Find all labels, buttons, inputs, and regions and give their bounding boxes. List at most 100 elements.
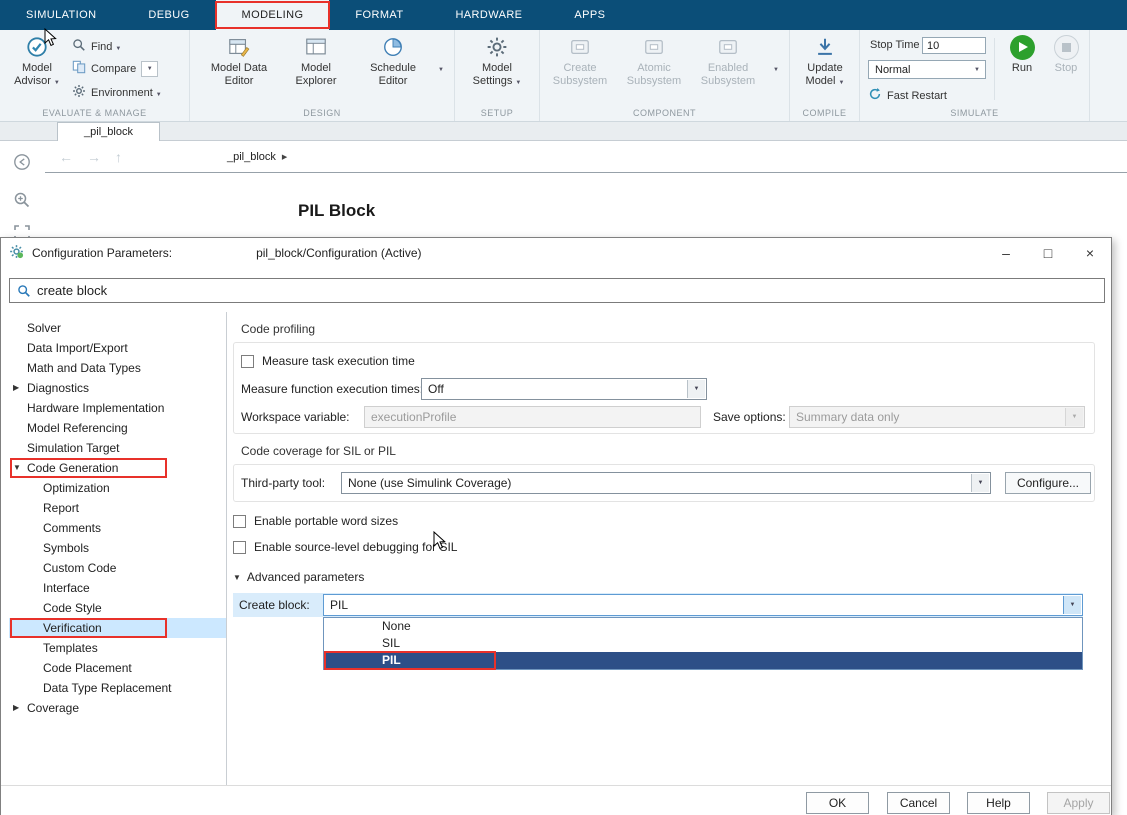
option-sil[interactable]: SIL [324,635,1082,652]
document-tab-pil-block[interactable]: _pil_block [57,122,160,141]
tab-hardware[interactable]: HARDWARE [429,0,548,30]
environment-label: Environment [91,87,162,99]
tree-item-report[interactable]: Report [9,498,226,518]
third-party-tool-dropdown[interactable]: None (use Simulink Coverage) [341,472,991,494]
model-settings-button[interactable]: Model Settings [465,35,529,90]
tab-modeling[interactable]: MODELING [216,0,330,30]
run-play-icon [1010,35,1035,60]
compare-label: Compare [91,63,136,75]
create-block-dropdown[interactable]: PIL [323,594,1083,616]
group-label-setup: SETUP [455,108,539,118]
back-navigation-icon[interactable] [13,153,31,176]
tree-item-data-type-replacement[interactable]: Data Type Replacement [9,678,226,698]
tree-item-interface[interactable]: Interface [9,578,226,598]
create-subsystem-icon [569,35,591,59]
portable-word-label: Enable portable word sizes [254,514,398,528]
group-label-simulate: SIMULATE [860,108,1089,118]
group-evaluate-manage: Model Advisor Find Compare Environment E… [0,30,190,121]
run-button[interactable]: Run [1000,35,1044,75]
find-button[interactable]: Find [72,37,121,56]
portable-word-checkbox[interactable] [233,515,246,528]
group-component: Create Subsystem Atomic Subsystem Enable… [540,30,790,121]
tab-debug[interactable]: DEBUG [122,0,215,30]
tree-item-comments[interactable]: Comments [9,518,226,538]
option-label: SIL [382,636,400,650]
apply-button: Apply [1047,792,1110,814]
schedule-editor-button[interactable]: Schedule Editor [360,35,426,88]
model-advisor-icon [26,35,48,59]
ok-button[interactable]: OK [806,792,869,814]
help-button[interactable]: Help [967,792,1030,814]
tree-item-optimization[interactable]: Optimization [9,478,226,498]
advanced-parameters-toggle[interactable]: ▼ Advanced parameters [233,566,364,588]
measure-func-label: Measure function execution times: [241,382,421,396]
tree-item-label: Templates [43,641,98,655]
tree-item-data-import-export[interactable]: Data Import/Export [9,338,226,358]
source-debug-row: Enable source-level debugging for SIL [233,536,457,558]
ribbon-tab-bar: SIMULATION DEBUG MODELING FORMAT HARDWAR… [0,0,1127,30]
model-advisor-button[interactable]: Model Advisor [8,35,66,90]
atomic-subsystem-button: Atomic Subsystem [620,35,688,88]
tree-item-solver[interactable]: Solver [9,318,226,338]
tree-item-diagnostics[interactable]: ▶Diagnostics [9,378,226,398]
tree-item-verification[interactable]: Verification [9,618,226,638]
tree-item-code-placement[interactable]: Code Placement [9,658,226,678]
stop-time-label: Stop Time [870,39,920,51]
create-subsystem-label-2: Subsystem [553,75,607,88]
tree-item-simulation-target[interactable]: Simulation Target [9,438,226,458]
configure-button[interactable]: Configure... [1005,472,1091,494]
model-explorer-button[interactable]: Model Explorer [283,35,349,88]
workspace-variable-field: executionProfile [364,406,701,428]
fast-restart-toggle[interactable]: Fast Restart [868,86,947,105]
model-data-editor-button[interactable]: Model Data Editor [206,35,272,88]
group-label-design: DESIGN [190,108,454,118]
environment-button[interactable]: Environment [72,83,162,102]
chevron-down-icon[interactable] [1063,596,1081,614]
tab-simulation[interactable]: SIMULATION [0,0,122,30]
measure-task-checkbox[interactable] [241,355,254,368]
option-none[interactable]: None [324,618,1082,635]
source-debug-checkbox[interactable] [233,541,246,554]
model-settings-label-2: Settings [473,75,522,90]
update-model-button[interactable]: Update Model [793,35,857,90]
chevron-down-icon[interactable] [971,474,989,492]
simulation-mode-dropdown[interactable]: Normal ▼ [868,60,986,79]
tab-label: SIMULATION [26,9,96,21]
up-arrow-icon[interactable]: ↑ [115,149,122,165]
design-more-button[interactable] [435,60,444,79]
code-profiling-heading: Code profiling [241,322,315,336]
stop-label: Stop [1055,62,1078,75]
option-pil[interactable]: PIL [324,652,1082,669]
tree-item-coverage[interactable]: ▶Coverage [9,698,226,718]
tree-item-label: Comments [43,521,101,535]
chevron-down-icon[interactable] [687,380,705,398]
stop-time-input[interactable] [922,37,986,54]
compare-button[interactable]: Compare [72,59,158,78]
tree-item-code-generation[interactable]: ▼Code Generation [9,458,226,478]
settings-panel: Code profiling Measure task execution ti… [233,238,1101,786]
tree-item-code-style[interactable]: Code Style [9,598,226,618]
save-options-dropdown: Summary data only [789,406,1085,428]
tree-item-model-referencing[interactable]: Model Referencing [9,418,226,438]
simulation-mode-value: Normal [875,64,910,76]
forward-arrow-icon[interactable]: → [87,149,101,165]
fast-restart-icon [868,87,882,104]
compare-dropdown-button[interactable] [141,61,158,77]
tree-item-math-data-types[interactable]: Math and Data Types [9,358,226,378]
tab-format[interactable]: FORMAT [329,0,429,30]
zoom-in-icon[interactable] [13,191,31,214]
breadcrumb[interactable]: _pil_block ▶ [227,151,287,163]
cancel-button[interactable]: Cancel [887,792,950,814]
tree-item-hardware-implementation[interactable]: Hardware Implementation [9,398,226,418]
tree-item-custom-code[interactable]: Custom Code [9,558,226,578]
compare-icon [72,60,86,77]
tree-item-templates[interactable]: Templates [9,638,226,658]
component-more-button[interactable] [770,60,779,79]
back-arrow-icon[interactable]: ← [59,149,73,165]
tree-item-symbols[interactable]: Symbols [9,538,226,558]
cancel-button-label: Cancel [900,796,937,810]
configuration-parameters-dialog: Configuration Parameters: pil_block/Conf… [0,237,1112,815]
tab-apps[interactable]: APPS [548,0,631,30]
measure-func-row: Measure function execution times: Off [241,378,707,400]
measure-func-dropdown[interactable]: Off [421,378,707,400]
